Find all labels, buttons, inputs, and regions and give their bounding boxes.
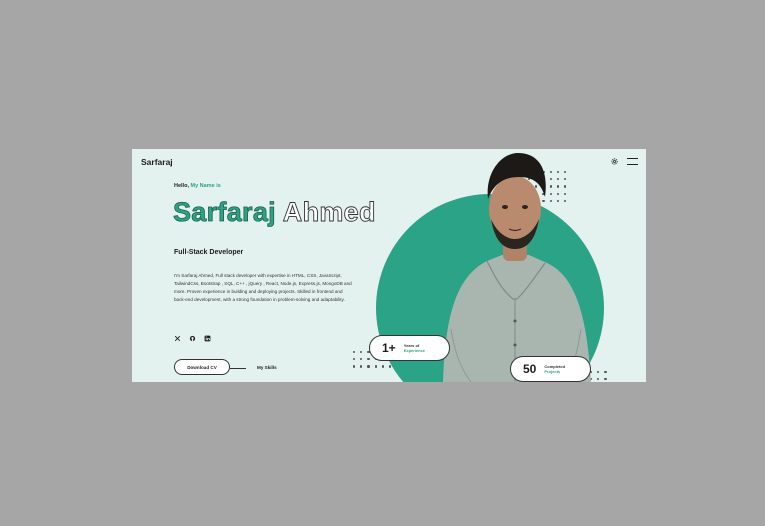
stat-label-line2: Experience: [403, 348, 426, 353]
last-name: Ahmed: [282, 197, 376, 227]
stat-value: 1+: [382, 341, 396, 355]
github-icon[interactable]: [189, 335, 196, 342]
my-skills-link[interactable]: My Skills: [257, 365, 277, 370]
stat-value: 50: [523, 362, 537, 376]
menu-icon[interactable]: [627, 158, 638, 165]
stat-label: Completed Projects: [544, 364, 565, 374]
greeting-text: Hello,: [174, 183, 189, 189]
linkedin-icon[interactable]: [204, 335, 211, 342]
stat-label: Years of Experience: [404, 343, 425, 353]
download-cv-button[interactable]: Download CV: [174, 359, 230, 375]
hero-name: Sarfaraj Ahmed: [173, 197, 376, 227]
button-connector: [230, 368, 246, 369]
stat-label-line2: Projects: [544, 369, 561, 374]
projects-badge: 50 Completed Projects: [510, 356, 591, 382]
job-title: Full-Stack Developer: [174, 249, 244, 256]
bio-text: I'm Sarfaraj Ahmed, Full stack developer…: [174, 273, 352, 302]
experience-badge: 1+ Years of Experience: [369, 335, 450, 361]
social-links: [174, 335, 211, 342]
x-icon[interactable]: [174, 335, 181, 342]
greeting: Hello, My Name is: [174, 183, 221, 189]
first-name: Sarfaraj: [173, 197, 276, 227]
portfolio-page: Sarfaraj Hello, My Name is Sarfaraj Ahme…: [132, 149, 646, 382]
greeting-accent: My Name is: [190, 183, 221, 189]
brand-logo[interactable]: Sarfaraj: [141, 157, 173, 167]
